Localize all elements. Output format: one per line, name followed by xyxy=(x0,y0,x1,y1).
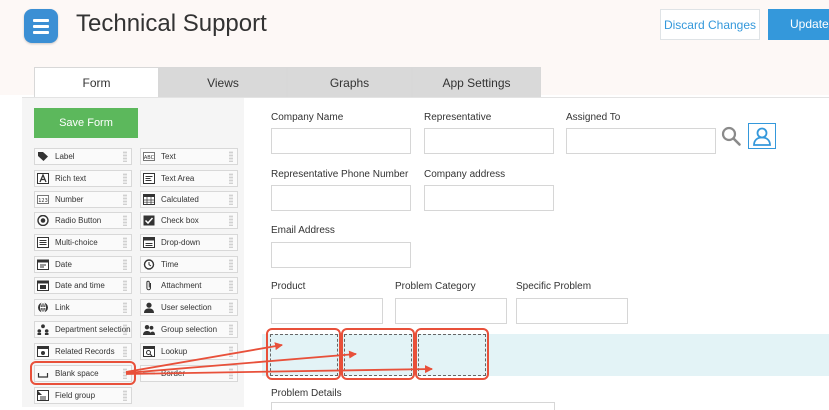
annotation-arrows xyxy=(125,342,433,375)
arrow-line xyxy=(125,342,283,373)
